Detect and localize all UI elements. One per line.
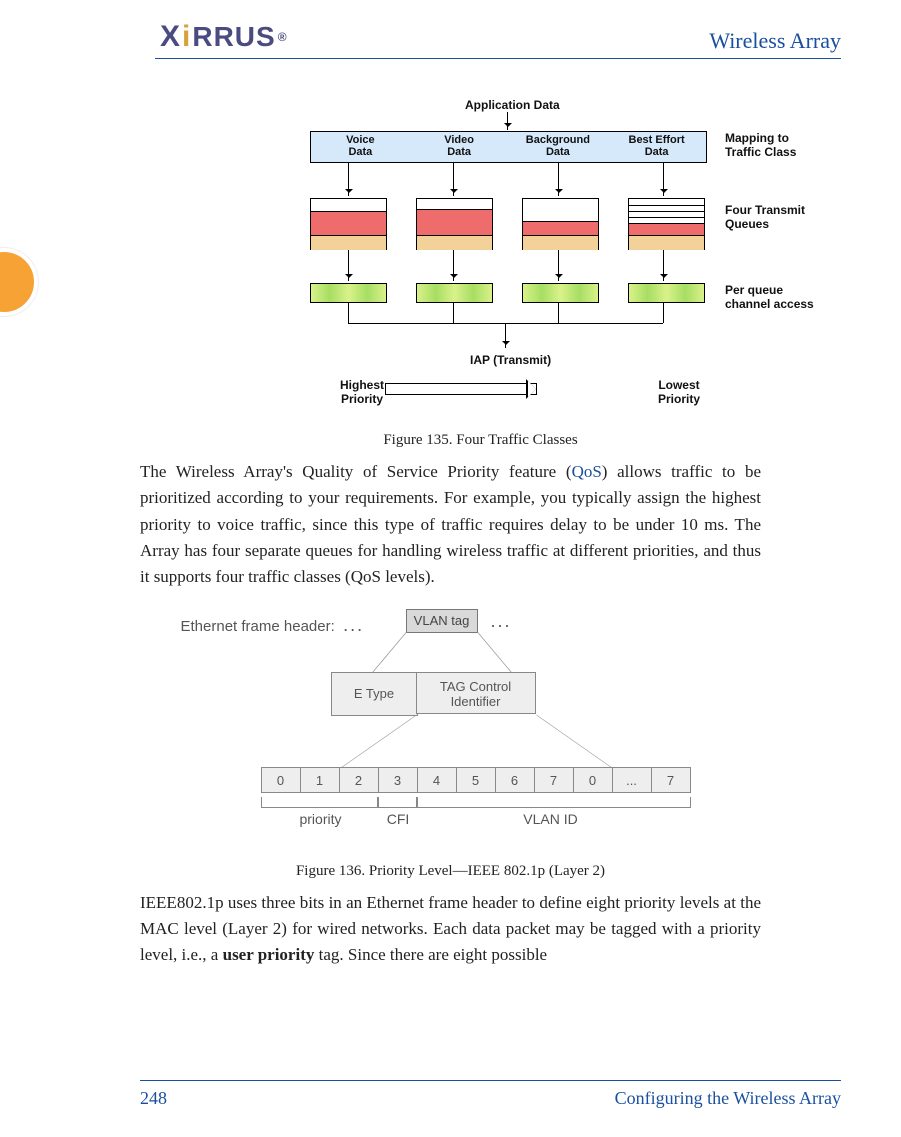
arrow-down-icon	[453, 250, 454, 281]
line-icon	[558, 303, 559, 323]
page: XiRRUS® Wireless Array Application Data …	[0, 0, 901, 1137]
transmit-queues	[310, 198, 705, 248]
line-icon	[453, 303, 454, 323]
arrow-down-icon	[663, 250, 664, 281]
arrow-down-icon	[348, 163, 349, 196]
figure-136: Ethernet frame header: ... VLAN tag ... …	[181, 607, 721, 857]
arrow-right-icon	[385, 383, 537, 395]
bracket-icon	[378, 797, 417, 808]
app-data-label: Application Data	[465, 98, 560, 112]
line-icon	[341, 715, 416, 767]
figure-136-caption: Figure 136. Priority Level—IEEE 802.1p (…	[60, 863, 841, 880]
arrow-down-icon	[558, 250, 559, 281]
qos-link[interactable]: QoS	[572, 462, 602, 481]
traffic-class-row: VoiceData VideoData BackgroundData Best …	[310, 131, 707, 163]
tci-box: TAG ControlIdentifier	[416, 672, 536, 714]
arrow-down-icon	[507, 112, 508, 130]
brand-logo: XiRRUS®	[160, 20, 288, 54]
arrow-down-icon	[505, 323, 506, 348]
channel-access-row	[310, 283, 705, 303]
arrow-down-icon	[348, 250, 349, 281]
bracket-icon	[261, 797, 378, 808]
footer-rule	[140, 1080, 841, 1081]
arrow-down-icon	[453, 163, 454, 196]
priority-sublabel: priority	[281, 811, 361, 827]
arrow-down-icon	[663, 163, 664, 196]
iap-label: IAP (Transmit)	[470, 353, 551, 367]
cfi-sublabel: CFI	[381, 811, 416, 827]
bits-row: 0 1 2 3 4 5 6 7 0 ... 7	[261, 767, 691, 793]
footer-section-title: Configuring the Wireless Array	[615, 1088, 841, 1109]
figure-135-caption: Figure 135. Four Traffic Classes	[120, 432, 841, 449]
page-number: 248	[140, 1088, 167, 1109]
line-icon	[536, 715, 611, 767]
ethernet-header-label: Ethernet frame header: ...	[181, 615, 365, 636]
dots-icon: ...	[491, 611, 512, 632]
bracket-icon	[417, 797, 691, 808]
header-rule	[155, 58, 841, 59]
etype-box: E Type	[331, 672, 418, 716]
vlan-tag-box: VLAN tag	[406, 609, 478, 633]
doc-title: Wireless Array	[709, 28, 841, 54]
vlanid-sublabel: VLAN ID	[501, 811, 601, 827]
side-tab-icon	[0, 248, 38, 316]
paragraph-qos: The Wireless Array's Quality of Service …	[140, 459, 761, 591]
line-icon	[348, 303, 349, 323]
paragraph-8021p: IEEE802.1p uses three bits in an Etherne…	[140, 890, 761, 969]
line-icon	[477, 632, 512, 672]
line-icon	[372, 632, 407, 672]
figure-135: Application Data VoiceData VideoData Bac…	[255, 98, 895, 428]
arrow-down-icon	[558, 163, 559, 196]
line-icon	[663, 303, 664, 323]
